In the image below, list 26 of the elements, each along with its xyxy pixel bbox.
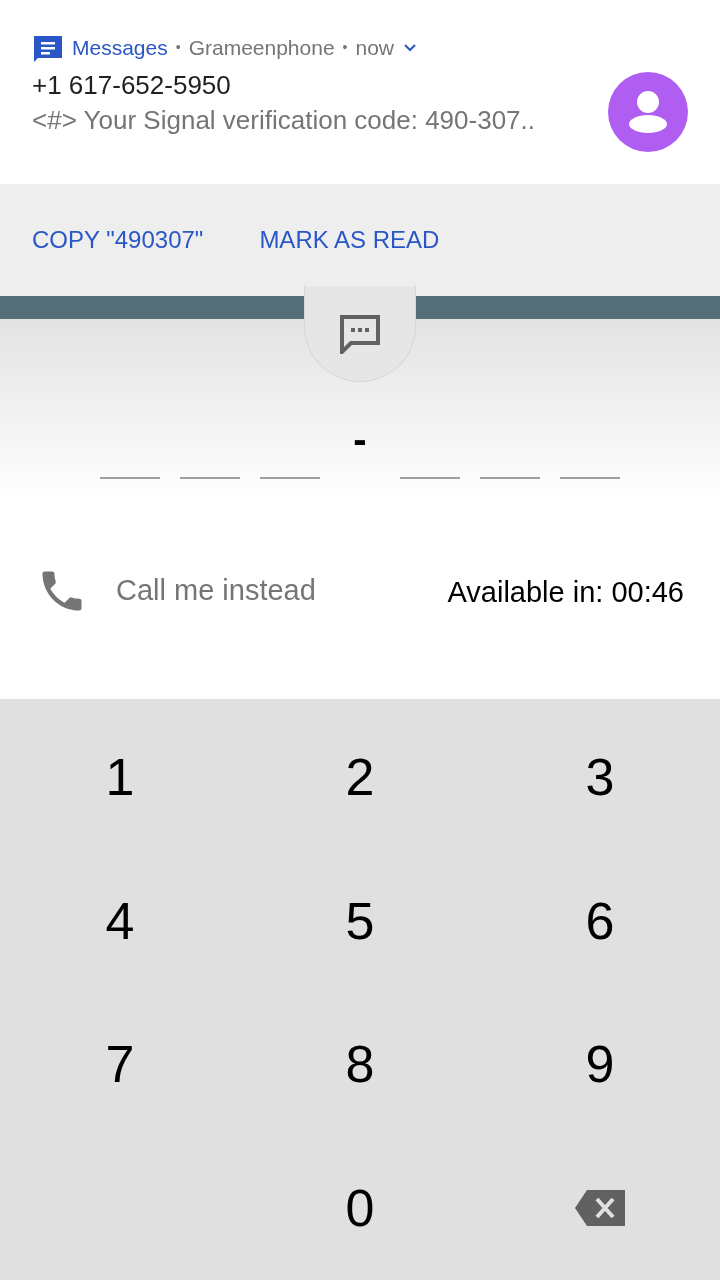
messages-app-icon bbox=[32, 33, 64, 62]
keypad-key[interactable]: 9 bbox=[480, 992, 720, 1137]
keypad-key[interactable]: 0 bbox=[240, 1136, 480, 1280]
separator-dot: • bbox=[175, 38, 181, 58]
code-separator: - bbox=[352, 419, 368, 463]
countdown-text: Available in: 00:46 bbox=[447, 575, 684, 610]
keypad-key[interactable]: 1 bbox=[0, 705, 240, 849]
carrier-name: Grameenphone bbox=[188, 35, 335, 61]
person-icon bbox=[628, 90, 668, 134]
keypad-key[interactable]: 5 bbox=[240, 848, 480, 993]
notification-time: now bbox=[355, 35, 394, 61]
notification-action[interactable]: COPY "490307" bbox=[32, 222, 204, 258]
backspace-key[interactable] bbox=[575, 1190, 625, 1227]
keypad-key[interactable]: 4 bbox=[0, 848, 240, 993]
keypad-key[interactable]: 7 bbox=[0, 992, 240, 1137]
message-preview: <#> Your Signal verification code: 490-307.. bbox=[32, 103, 537, 137]
sender-number: +1 617-652-5950 bbox=[32, 68, 232, 102]
app-name: Messages bbox=[72, 35, 168, 61]
keypad-key[interactable]: 3 bbox=[480, 705, 720, 849]
backspace-icon bbox=[575, 1190, 625, 1227]
keypad-key[interactable]: 6 bbox=[480, 848, 720, 993]
keypad-key[interactable]: 8 bbox=[240, 992, 480, 1137]
separator-dot: • bbox=[342, 38, 348, 58]
chat-dots-icon bbox=[339, 313, 381, 354]
notification-action[interactable]: MARK AS READ bbox=[259, 222, 440, 258]
keypad-key[interactable]: 2 bbox=[240, 705, 480, 849]
